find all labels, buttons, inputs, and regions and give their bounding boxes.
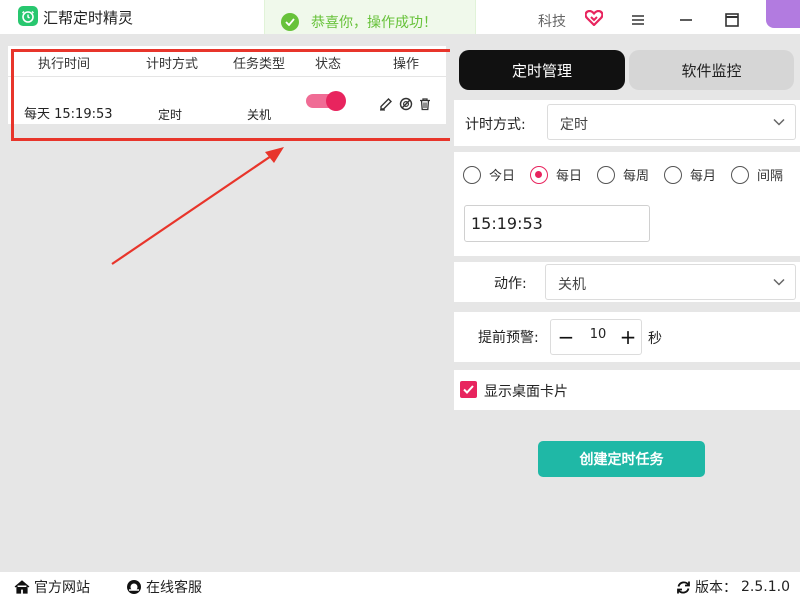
status-toggle[interactable] xyxy=(306,91,346,111)
show-card-label: 显示桌面卡片 xyxy=(484,384,568,400)
app-title: 汇帮定时精灵 xyxy=(43,9,134,27)
radio-circle-selected xyxy=(530,165,548,184)
show-card-row: 显示桌面卡片 xyxy=(454,370,800,410)
check-icon xyxy=(463,385,474,394)
settings-panel: 定时管理 软件监控 计时方式: 定时 xyxy=(450,34,800,572)
menu-icon[interactable] xyxy=(628,10,648,30)
radio-label-interval: 间隔 xyxy=(757,169,784,184)
version-label: 版本： xyxy=(695,580,737,596)
column-header-time: 执行时间 xyxy=(37,57,90,72)
support-label: 在线客服 xyxy=(146,580,202,596)
radio-label-daily: 每日 xyxy=(556,169,583,184)
radio-weekly[interactable]: 每周 xyxy=(597,165,649,184)
footer: 官方网站 在线客服 版本： 2.5.1.0 xyxy=(0,572,800,604)
time-input[interactable]: 15:19:53 xyxy=(464,205,650,242)
timing-mode-label: 计时方式: xyxy=(465,117,526,133)
radio-circle xyxy=(731,165,749,184)
home-icon xyxy=(14,580,30,594)
minimize-icon[interactable] xyxy=(676,10,696,30)
brand-heart-icon xyxy=(584,9,604,30)
task-table: 执行时间 计时方式 任务类型 状态 操作 每天 15:19:53 定时 关机 xyxy=(8,46,446,124)
refresh-icon[interactable] xyxy=(676,580,691,595)
timing-mode-row: 计时方式: 定时 xyxy=(454,100,800,146)
close-area[interactable] xyxy=(766,0,800,28)
warning-value[interactable]: 10 xyxy=(582,327,614,342)
website-link[interactable]: 官方网站 xyxy=(14,577,90,597)
version-number: 2.5.1.0 xyxy=(741,579,790,595)
headset-icon xyxy=(127,580,141,594)
radio-circle xyxy=(597,165,615,184)
radio-interval[interactable]: 间隔 xyxy=(731,165,783,184)
edit-icon[interactable] xyxy=(379,96,393,111)
delete-icon[interactable] xyxy=(418,96,432,111)
version-info: 版本： 2.5.1.0 xyxy=(676,577,790,597)
chevron-down-icon xyxy=(773,278,785,286)
row-task-type: 关机 xyxy=(247,108,272,122)
column-header-actions: 操作 xyxy=(392,57,419,72)
disable-icon[interactable] xyxy=(399,96,413,111)
radio-monthly[interactable]: 每月 xyxy=(664,165,716,184)
radio-daily[interactable]: 每日 xyxy=(530,165,582,184)
table-divider xyxy=(8,76,446,77)
decrement-button[interactable]: − xyxy=(556,325,576,349)
radio-label-monthly: 每月 xyxy=(690,169,717,184)
brand-text: 科技 xyxy=(538,14,566,30)
toast-message: 恭喜你，操作成功！ xyxy=(311,15,437,31)
timing-mode-value: 定时 xyxy=(560,117,588,133)
action-row: 动作: 关机 xyxy=(454,262,800,302)
website-label: 官方网站 xyxy=(34,580,90,596)
column-header-status: 状态 xyxy=(314,57,341,72)
radio-label-weekly: 每周 xyxy=(623,169,650,184)
action-select[interactable]: 关机 xyxy=(545,264,796,300)
radio-circle xyxy=(664,165,682,184)
check-circle-icon xyxy=(281,13,299,31)
toggle-knob xyxy=(326,91,346,111)
warning-label: 提前预警: xyxy=(478,330,539,346)
radio-today[interactable]: 今日 xyxy=(463,165,515,184)
column-header-type: 任务类型 xyxy=(232,57,285,72)
show-card-checkbox[interactable] xyxy=(460,381,477,398)
action-label: 动作: xyxy=(494,276,527,292)
task-list-panel: 执行时间 计时方式 任务类型 状态 操作 每天 15:19:53 定时 关机 xyxy=(0,34,450,572)
row-execute-time: 每天 15:19:53 xyxy=(24,107,113,122)
column-header-mode: 计时方式 xyxy=(145,57,198,72)
app-logo-icon xyxy=(18,6,38,26)
action-value: 关机 xyxy=(558,277,586,293)
radio-circle xyxy=(463,165,481,184)
row-timing-mode: 定时 xyxy=(158,108,183,122)
tab-timer-management[interactable]: 定时管理 xyxy=(459,50,625,90)
support-link[interactable]: 在线客服 xyxy=(126,577,202,597)
maximize-icon[interactable] xyxy=(722,10,742,30)
timing-mode-select[interactable]: 定时 xyxy=(547,104,796,140)
increment-button[interactable]: + xyxy=(618,325,638,349)
warning-unit: 秒 xyxy=(648,331,662,347)
radio-label-today: 今日 xyxy=(489,169,516,184)
tab-software-monitor[interactable]: 软件监控 xyxy=(629,50,794,90)
chevron-down-icon xyxy=(773,118,785,126)
create-task-button[interactable]: 创建定时任务 xyxy=(538,441,705,477)
